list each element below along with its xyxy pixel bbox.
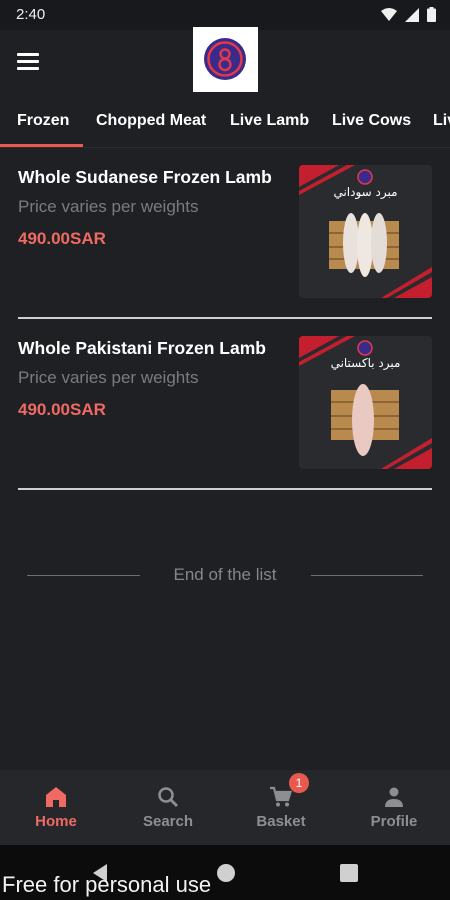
tab-live-more[interactable]: Liv [433, 112, 450, 130]
watermark-text: Free for personal use [2, 872, 212, 897]
tab-chopped-meat[interactable]: Chopped Meat [96, 112, 206, 130]
nav-home[interactable]: Home [0, 770, 112, 845]
tab-live-lamb[interactable]: Live Lamb [230, 112, 309, 130]
nav-search[interactable]: Search [112, 770, 224, 845]
wifi-icon [381, 7, 397, 21]
home-circle-icon[interactable] [216, 863, 236, 883]
active-tab-indicator [0, 144, 83, 147]
product-price-note: Price varies per weights [18, 197, 199, 216]
menu-button[interactable] [17, 53, 39, 71]
product-card[interactable]: Whole Pakistani Frozen Lamb Price varies… [18, 336, 432, 470]
end-of-list: End of the list [27, 562, 423, 590]
product-name: Whole Sudanese Frozen Lamb [18, 167, 272, 187]
signal-icon [405, 7, 419, 22]
tab-frozen[interactable]: Frozen [17, 112, 69, 130]
product-image-caption: مبرد سوداني [333, 185, 398, 199]
end-line-right [311, 575, 423, 576]
status-bar: 2:40 [0, 0, 450, 30]
nav-search-label: Search [142, 813, 194, 830]
logo-emblem-icon [204, 38, 246, 80]
app-logo [193, 27, 258, 92]
tab-live-cows[interactable]: Live Cows [332, 112, 411, 130]
search-icon [158, 787, 178, 807]
home-icon [46, 787, 66, 807]
battery-icon [427, 7, 436, 22]
product-image-caption: مبرد باكستاني [330, 356, 401, 370]
product-image: مبرد باكستاني [299, 336, 432, 469]
bottom-nav: Home Search 1 Basket Profile [0, 770, 450, 845]
category-tabs: Frozen Chopped Meat Live Lamb Live Cows … [0, 100, 450, 148]
product-price: 490.00SAR [18, 400, 106, 419]
divider [18, 488, 432, 490]
product-card[interactable]: Whole Sudanese Frozen Lamb Price varies … [18, 165, 432, 299]
person-icon [385, 787, 403, 807]
app-bar [0, 27, 450, 100]
cart-icon [270, 786, 292, 807]
product-price-note: Price varies per weights [18, 368, 199, 387]
product-image: مبرد سوداني [299, 165, 432, 298]
basket-count-badge: 1 [289, 773, 309, 793]
recents-icon[interactable] [340, 864, 358, 882]
status-time: 2:40 [16, 6, 46, 23]
product-price: 490.00SAR [18, 229, 106, 248]
nav-profile-label: Profile [370, 813, 418, 830]
nav-home-label: Home [35, 813, 77, 830]
divider [18, 317, 432, 319]
nav-basket[interactable]: 1 Basket [225, 770, 337, 845]
nav-profile[interactable]: Profile [338, 770, 450, 845]
nav-basket-label: Basket [256, 813, 306, 830]
menu-icon [17, 53, 39, 56]
product-name: Whole Pakistani Frozen Lamb [18, 338, 266, 358]
